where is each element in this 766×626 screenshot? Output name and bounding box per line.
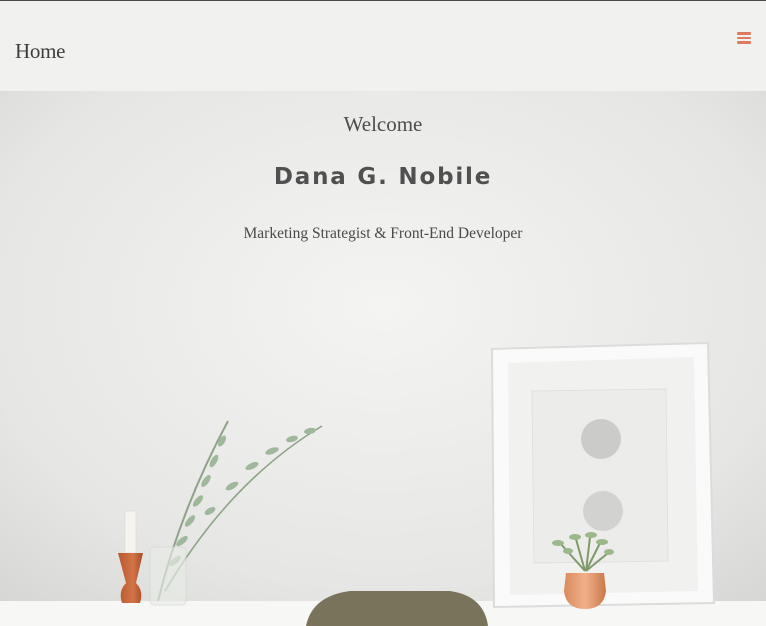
- navbar: Home: [0, 1, 766, 91]
- hero-welcome: Welcome: [343, 112, 423, 136]
- nav-brand-home-link[interactable]: Home: [15, 39, 65, 64]
- hero-section: Welcome Dana G. Nobile Marketing Strateg…: [0, 91, 766, 626]
- chair-illustration: [306, 591, 488, 626]
- hero-tagline: Marketing Strategist & Front-End Develop…: [243, 225, 523, 242]
- picture-frame-illustration: [490, 341, 716, 609]
- hero-name: Dana G. Nobile: [273, 164, 493, 190]
- hamburger-icon[interactable]: [737, 32, 751, 44]
